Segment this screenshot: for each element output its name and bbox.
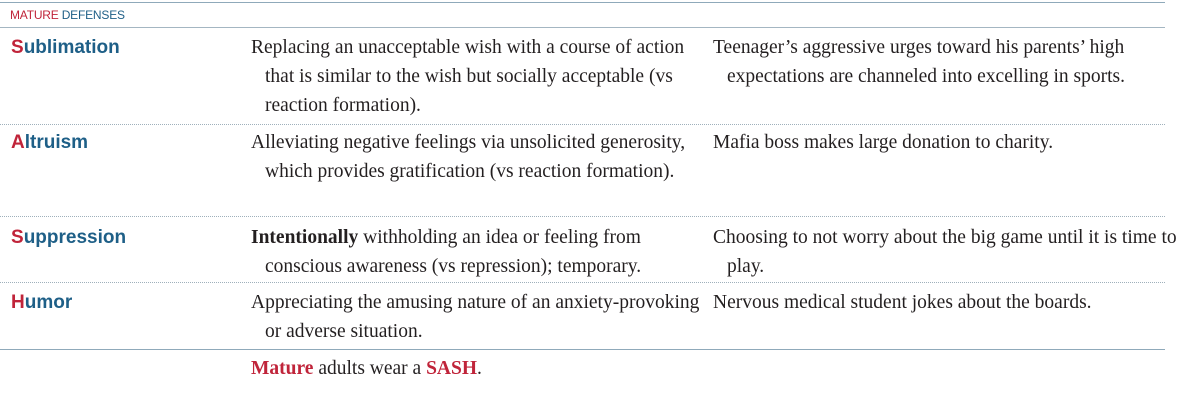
term-rest: ublimation	[23, 37, 120, 58]
definition-altruism: Alleviating negative feelings via unsoli…	[251, 132, 686, 182]
table-row-suppression: Suppression Intentionally withholding an…	[0, 217, 1177, 283]
example-sublimation: Teenager’s aggressive urges toward his p…	[713, 37, 1125, 87]
bottom-rule	[0, 349, 1165, 350]
defenses-table: MATURE DEFENSES Sublimation Replacing an…	[0, 0, 1183, 403]
mnemonic: Mature adults wear a SASH.	[251, 354, 482, 383]
example-humor: Nervous medical student jokes about the …	[713, 292, 1092, 313]
definition-humor: Appreciating the amusing nature of an an…	[251, 292, 700, 342]
example-altruism: Mafia boss makes large donation to chari…	[713, 132, 1054, 153]
term-altruism: Altruism	[11, 132, 88, 154]
definition-suppression: Intentionally withholding an idea or fee…	[251, 223, 710, 281]
term-initial: A	[11, 132, 25, 153]
term-rest: uppression	[23, 227, 127, 248]
example-suppression: Choosing to not worry about the big game…	[713, 227, 1177, 277]
term-rest: ltruism	[24, 132, 89, 153]
table-row-altruism: Altruism Alleviating negative feelings v…	[0, 125, 1165, 217]
mnemonic-mature: Mature	[251, 358, 314, 379]
definition-sublimation: Replacing an unacceptable wish with a co…	[251, 37, 685, 116]
term-suppression: Suppression	[11, 227, 126, 249]
term-rest: umor	[24, 292, 73, 313]
table-row-humor: Humor Appreciating the amusing nature of…	[0, 283, 1165, 349]
mnemonic-end: .	[477, 358, 482, 379]
term-initial: H	[11, 292, 25, 313]
term-initial: S	[11, 227, 24, 248]
term-initial: S	[11, 37, 24, 58]
term-sublimation: Sublimation	[11, 37, 120, 59]
table-row-sublimation: Sublimation Replacing an unacceptable wi…	[0, 30, 1165, 125]
top-rule	[0, 2, 1165, 3]
section-header: MATURE DEFENSES	[10, 8, 125, 22]
definition-emphasis: Intentionally	[251, 227, 359, 248]
mnemonic-sash: SASH	[426, 358, 478, 379]
header-rule	[0, 27, 1165, 28]
term-humor: Humor	[11, 292, 72, 314]
mnemonic-middle: adults wear a	[313, 358, 427, 379]
header-defenses: DEFENSES	[61, 8, 125, 22]
header-mature: MATURE	[10, 8, 59, 22]
